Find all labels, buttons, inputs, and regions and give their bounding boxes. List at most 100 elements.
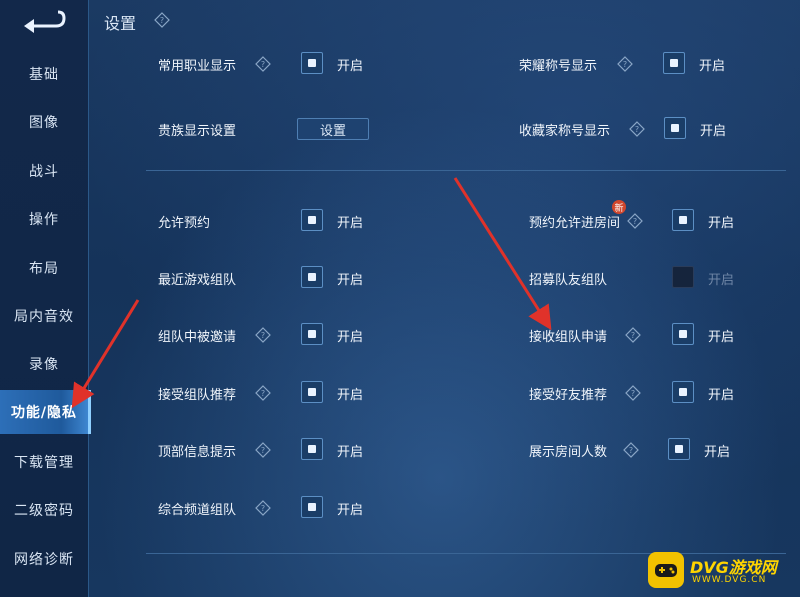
top-info-tip-checkbox[interactable] — [301, 438, 323, 460]
sidebar-item-label: 网络诊断 — [14, 552, 74, 568]
state-label: 开启 — [704, 445, 731, 460]
svg-text:?: ? — [629, 446, 633, 455]
help-icon[interactable]: ? — [625, 385, 641, 401]
state-label: 开启 — [337, 388, 364, 403]
honor-title-checkbox[interactable] — [663, 52, 685, 74]
setting-label: 贵族显示设置 — [158, 124, 237, 139]
svg-text:?: ? — [623, 60, 627, 69]
gamepad-logo-icon — [648, 552, 684, 588]
setting-label: 接受组队推荐 — [158, 388, 237, 403]
setting-label: 常用职业显示 — [158, 59, 237, 74]
noble-display-settings-button[interactable]: 设置 — [297, 118, 369, 140]
state-label: 开启 — [337, 330, 364, 345]
sidebar-item-replay[interactable]: 录像 — [0, 342, 88, 386]
invited-in-team-checkbox[interactable] — [301, 323, 323, 345]
sidebar-item-operation[interactable]: 操作 — [0, 197, 88, 241]
accept-friend-recommend-checkbox[interactable] — [672, 381, 694, 403]
sidebar-item-label: 基础 — [29, 67, 59, 83]
arrow-to-team-request — [453, 177, 552, 331]
sidebar-item-password[interactable]: 二级密码 — [0, 488, 88, 532]
recruit-team-checkbox[interactable] — [672, 266, 694, 288]
help-icon[interactable]: ? — [623, 442, 639, 458]
sidebar-item-label: 功能/隐私 — [10, 405, 78, 421]
accept-team-recommend-checkbox[interactable] — [301, 381, 323, 403]
receive-team-request-checkbox[interactable] — [672, 323, 694, 345]
setting-label: 招募队友组队 — [529, 273, 608, 288]
help-icon[interactable]: ? — [255, 442, 271, 458]
new-badge: 新 — [612, 200, 626, 214]
sidebar-item-label: 二级密码 — [14, 503, 74, 519]
recent-team-checkbox[interactable] — [301, 266, 323, 288]
allow-reservation-checkbox[interactable] — [301, 209, 323, 231]
site-watermark: DVG游戏网 WWW.DVG.CN — [648, 552, 798, 592]
sidebar-item-label: 图像 — [29, 115, 59, 131]
help-icon[interactable]: ? — [629, 121, 645, 137]
setting-label: 组队中被邀请 — [158, 330, 237, 345]
help-icon[interactable]: ? — [255, 500, 271, 516]
setting-label: 预约允许进房间 — [529, 216, 621, 231]
channel-team-checkbox[interactable] — [301, 496, 323, 518]
state-label: 开启 — [708, 273, 735, 288]
help-icon[interactable]: ? — [617, 56, 633, 72]
help-icon[interactable]: ? — [255, 56, 271, 72]
state-label: 开启 — [708, 330, 735, 345]
help-icon[interactable]: ? — [625, 327, 641, 343]
sidebar: 基础 图像 战斗 操作 布局 局内音效 录像 功能/隐私 下载管理 二级密码 网… — [0, 0, 91, 597]
state-label: 开启 — [337, 273, 364, 288]
svg-text:?: ? — [633, 217, 637, 226]
svg-text:?: ? — [160, 16, 164, 25]
setting-label: 顶部信息提示 — [158, 445, 237, 460]
sidebar-item-label: 局内音效 — [14, 309, 74, 325]
back-arrow-icon[interactable] — [18, 6, 68, 38]
setting-label: 最近游戏组队 — [158, 273, 237, 288]
help-icon[interactable]: ? — [255, 327, 271, 343]
svg-text:?: ? — [261, 504, 265, 513]
svg-text:?: ? — [261, 60, 265, 69]
setting-label: 综合频道组队 — [158, 503, 237, 518]
setting-label: 收藏家称号显示 — [519, 124, 611, 139]
watermark-subtitle: WWW.DVG.CN — [692, 575, 767, 585]
svg-text:?: ? — [261, 446, 265, 455]
state-label: 开启 — [700, 124, 727, 139]
help-icon[interactable]: ? — [627, 213, 643, 229]
sidebar-item-label: 下载管理 — [14, 455, 74, 471]
common-class-checkbox[interactable] — [301, 52, 323, 74]
sidebar-item-label: 操作 — [29, 212, 59, 228]
state-label: 开启 — [337, 503, 364, 518]
sidebar-item-privacy[interactable]: 功能/隐私 — [0, 390, 91, 434]
state-label: 开启 — [337, 216, 364, 231]
sidebar-item-layout[interactable]: 布局 — [0, 246, 88, 290]
svg-text:?: ? — [261, 389, 265, 398]
sidebar-item-sound[interactable]: 局内音效 — [0, 294, 88, 338]
sidebar-item-label: 布局 — [29, 261, 59, 277]
svg-text:?: ? — [635, 125, 639, 134]
reservation-enter-room-checkbox[interactable] — [672, 209, 694, 231]
setting-label: 接收组队申请 — [529, 330, 608, 345]
svg-text:?: ? — [261, 331, 265, 340]
sidebar-item-label: 录像 — [29, 357, 59, 373]
state-label: 开启 — [708, 388, 735, 403]
page-title: 设置 — [104, 14, 137, 33]
sidebar-item-network[interactable]: 网络诊断 — [0, 537, 88, 581]
help-icon[interactable]: ? — [255, 385, 271, 401]
sidebar-item-download[interactable]: 下载管理 — [0, 440, 88, 484]
setting-label: 展示房间人数 — [529, 445, 608, 460]
sidebar-item-label: 战斗 — [29, 164, 59, 180]
svg-text:?: ? — [631, 331, 635, 340]
section-divider — [146, 170, 786, 171]
sidebar-item-battle[interactable]: 战斗 — [0, 149, 88, 193]
help-icon[interactable]: ? — [154, 12, 170, 28]
state-label: 开启 — [337, 445, 364, 460]
sidebar-item-image[interactable]: 图像 — [0, 100, 88, 144]
state-label: 开启 — [699, 59, 726, 74]
sidebar-item-basic[interactable]: 基础 — [0, 52, 88, 96]
state-label: 开启 — [337, 59, 364, 74]
setting-label: 允许预约 — [158, 216, 211, 231]
setting-label: 荣耀称号显示 — [519, 59, 598, 74]
show-room-count-checkbox[interactable] — [668, 438, 690, 460]
annotation-arrows — [71, 177, 552, 409]
state-label: 开启 — [708, 216, 735, 231]
setting-label: 接受好友推荐 — [529, 388, 608, 403]
collector-title-checkbox[interactable] — [664, 117, 686, 139]
svg-text:?: ? — [631, 389, 635, 398]
